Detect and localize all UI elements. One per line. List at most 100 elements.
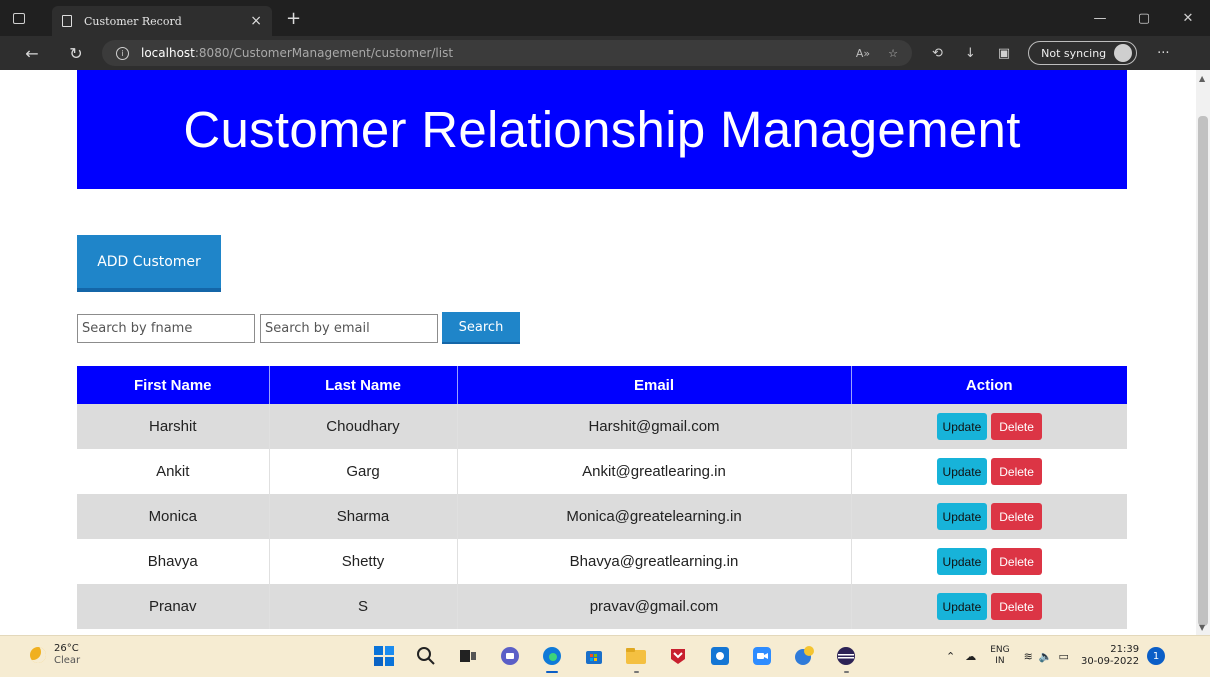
- search-button[interactable]: Search: [442, 312, 520, 344]
- teams-chat-icon[interactable]: [496, 642, 524, 670]
- delete-button[interactable]: Delete: [991, 593, 1042, 620]
- update-button[interactable]: Update: [936, 413, 988, 440]
- delete-button[interactable]: Delete: [991, 458, 1042, 485]
- cell-first-name: Bhavya: [77, 539, 270, 584]
- scrollbar-thumb[interactable]: [1198, 116, 1208, 626]
- task-view-icon[interactable]: [454, 642, 482, 670]
- wifi-icon[interactable]: ≋: [1024, 650, 1033, 663]
- language-indicator[interactable]: ENG IN: [990, 645, 1009, 667]
- chevron-up-icon[interactable]: ⌃: [946, 650, 955, 663]
- sync-label: Not syncing: [1041, 46, 1107, 60]
- remote-app-icon[interactable]: [706, 642, 734, 670]
- battery-icon[interactable]: ▭: [1059, 650, 1069, 663]
- page-banner: Customer Relationship Management: [77, 70, 1127, 189]
- weather-temperature: 26°C: [54, 643, 79, 654]
- update-button[interactable]: Update: [936, 503, 988, 530]
- header-action: Action: [851, 366, 1127, 404]
- lang-code: ENG: [990, 645, 1010, 655]
- table-row: Monica Sharma Monica@greatelearning.in U…: [77, 494, 1127, 539]
- help-icon[interactable]: [790, 642, 818, 670]
- url-host: localhost: [141, 46, 195, 60]
- close-window-icon[interactable]: ✕: [1166, 11, 1210, 26]
- profile-sync-button[interactable]: Not syncing: [1028, 41, 1138, 65]
- table-row: Pranav S pravav@gmail.com Update Delete: [77, 584, 1127, 629]
- header-first-name: First Name: [77, 366, 270, 404]
- close-tab-icon[interactable]: ×: [250, 13, 262, 29]
- edge-browser-icon[interactable]: [538, 642, 566, 673]
- header-email: Email: [457, 366, 852, 404]
- extensions-icon[interactable]: ▣: [998, 46, 1010, 61]
- cell-first-name: Ankit: [77, 449, 270, 494]
- eclipse-icon[interactable]: [832, 642, 860, 673]
- reload-icon[interactable]: ↻: [62, 44, 90, 63]
- table-row: Bhavya Shetty Bhavya@greatlearning.in Up…: [77, 539, 1127, 584]
- header-last-name: Last Name: [269, 366, 458, 404]
- weather-widget[interactable]: 26°C Clear: [30, 643, 80, 667]
- cell-action: Update Delete: [851, 584, 1127, 629]
- favorite-star-icon[interactable]: ☆: [888, 47, 898, 60]
- new-tab-icon[interactable]: +: [286, 8, 301, 29]
- url-field[interactable]: i localhost:8080/CustomerManagement/cust…: [102, 40, 912, 66]
- cell-last-name: Garg: [269, 449, 458, 494]
- window-controls: — ▢ ✕: [1078, 11, 1210, 26]
- notification-badge[interactable]: 1: [1147, 647, 1166, 665]
- page-icon: [62, 15, 72, 27]
- read-aloud-icon[interactable]: A»: [856, 47, 870, 60]
- microsoft-store-icon[interactable]: [580, 642, 608, 670]
- restore-icon[interactable]: ▢: [1122, 11, 1166, 26]
- delete-button[interactable]: Delete: [991, 548, 1042, 575]
- clock[interactable]: 21:39 30-09-2022: [1081, 644, 1139, 668]
- onedrive-cloud-icon[interactable]: ☁: [965, 650, 976, 663]
- lang-region: IN: [995, 656, 1005, 666]
- tab-title: Customer Record: [84, 14, 182, 28]
- search-icon[interactable]: [412, 642, 440, 670]
- browser-tab-customer-record[interactable]: Customer Record ×: [52, 6, 272, 36]
- cell-email: pravav@gmail.com: [457, 584, 852, 629]
- cell-first-name: Monica: [77, 494, 270, 539]
- update-button[interactable]: Update: [936, 458, 988, 485]
- url-path: :8080/CustomerManagement/customer/list: [194, 46, 454, 60]
- cell-action: Update Delete: [851, 494, 1127, 539]
- workspaces-icon[interactable]: [6, 0, 32, 36]
- search-email-input[interactable]: [260, 313, 438, 343]
- windows-taskbar: 26°C Clear ⌃ ☁ ENG IN ≋ 🔈 ▭ 21:39 30-09-…: [0, 635, 1210, 677]
- back-arrow-icon[interactable]: ←: [18, 44, 46, 63]
- page-title: Customer Relationship Management: [183, 101, 1021, 158]
- taskbar-apps: [370, 642, 860, 673]
- cell-email: Bhavya@greatlearning.in: [457, 539, 852, 584]
- search-fname-input[interactable]: [77, 313, 255, 343]
- minimize-icon[interactable]: —: [1078, 11, 1122, 26]
- more-menu-icon[interactable]: ···: [1157, 46, 1169, 61]
- cell-last-name: S: [269, 584, 458, 629]
- history-icon[interactable]: ⟲: [932, 46, 943, 61]
- download-icon[interactable]: ↓: [965, 46, 976, 61]
- add-customer-button[interactable]: ADD Customer: [77, 235, 221, 292]
- table-row: Harshit Choudhary Harshit@gmail.com Upda…: [77, 404, 1127, 449]
- cell-email: Harshit@gmail.com: [457, 404, 852, 449]
- cell-email: Monica@greatelearning.in: [457, 494, 852, 539]
- customer-table: First Name Last Name Email Action Harshi…: [77, 366, 1127, 629]
- cell-last-name: Shetty: [269, 539, 458, 584]
- file-explorer-icon[interactable]: [622, 642, 650, 673]
- cell-action: Update Delete: [851, 539, 1127, 584]
- scroll-down-icon[interactable]: ▼: [1199, 623, 1205, 632]
- update-button[interactable]: Update: [936, 593, 988, 620]
- moon-icon: [30, 647, 46, 663]
- clock-date: 30-09-2022: [1080, 656, 1140, 667]
- cell-first-name: Harshit: [77, 404, 270, 449]
- start-windows-icon[interactable]: [370, 642, 398, 670]
- delete-button[interactable]: Delete: [991, 413, 1042, 440]
- table-header-row: First Name Last Name Email Action: [77, 366, 1127, 404]
- volume-icon[interactable]: 🔈: [1039, 650, 1053, 663]
- delete-button[interactable]: Delete: [991, 503, 1042, 530]
- scroll-up-icon[interactable]: ▲: [1199, 74, 1205, 83]
- mcafee-shield-icon[interactable]: [664, 642, 692, 670]
- cell-last-name: Sharma: [269, 494, 458, 539]
- info-icon[interactable]: i: [116, 46, 129, 60]
- page-scrollbar[interactable]: ▲ ▼: [1196, 70, 1210, 635]
- cell-action: Update Delete: [851, 404, 1127, 449]
- zoom-meetings-icon[interactable]: [748, 642, 776, 670]
- table-row: Ankit Garg Ankit@greatlearing.in Update …: [77, 449, 1127, 494]
- address-bar-row: ← ↻ i localhost:8080/CustomerManagement/…: [0, 36, 1210, 70]
- update-button[interactable]: Update: [936, 548, 988, 575]
